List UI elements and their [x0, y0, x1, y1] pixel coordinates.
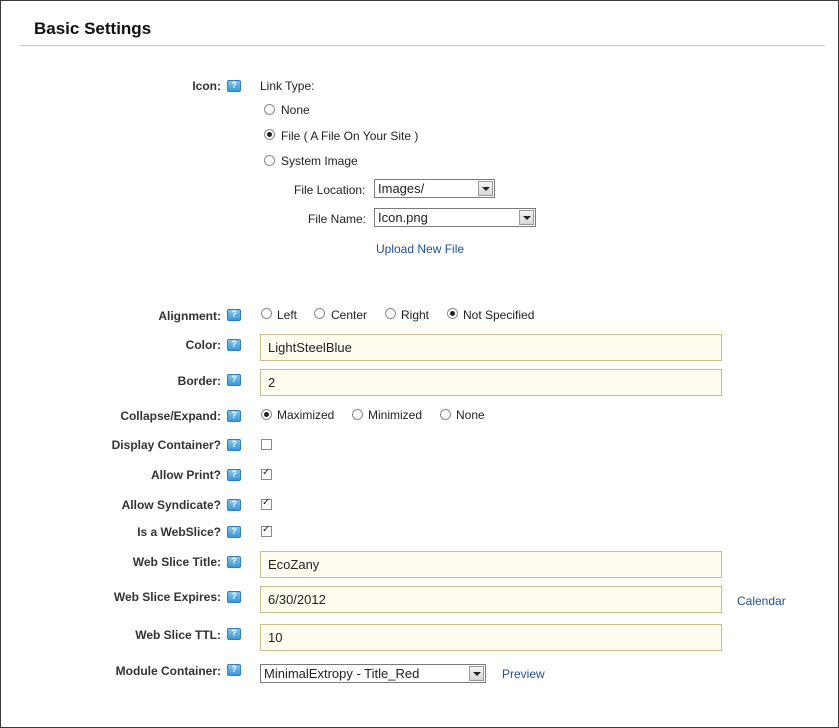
file-location-label: File Location: — [294, 183, 366, 197]
alignment-center-label: Center — [331, 308, 368, 322]
alignment-left-radio[interactable] — [261, 308, 272, 319]
color-label: Color: — [185, 338, 221, 352]
preview-link[interactable]: Preview — [502, 667, 545, 681]
webslice-ttl-label: Web Slice TTL: — [135, 628, 221, 642]
help-icon[interactable] — [227, 439, 241, 451]
settings-panel — [0, 0, 839, 728]
webslice-expires-label: Web Slice Expires: — [113, 590, 221, 604]
chevron-down-icon — [519, 210, 534, 225]
help-icon[interactable] — [227, 374, 241, 386]
alignment-not-specified-label: Not Specified — [463, 308, 535, 322]
display-container-checkbox[interactable] — [261, 439, 272, 450]
module-container-label: Module Container: — [115, 664, 221, 678]
chevron-down-icon — [478, 181, 493, 196]
alignment-left-label: Left — [277, 308, 298, 322]
collapse-expand-label: Collapse/Expand: — [120, 409, 221, 423]
webslice-expires-input[interactable]: 6/30/2012 — [260, 586, 722, 613]
collapse-none-radio[interactable] — [440, 409, 451, 420]
help-icon[interactable] — [227, 309, 241, 321]
alignment-right-label: Right — [401, 308, 430, 322]
border-input[interactable]: 2 — [260, 369, 722, 396]
file-name-select[interactable]: Icon.png — [374, 208, 536, 227]
link-type-file-radio[interactable] — [264, 129, 275, 140]
alignment-center-radio[interactable] — [314, 308, 325, 319]
webslice-title-label: Web Slice Title: — [132, 555, 221, 569]
file-name-value: Icon.png — [378, 210, 428, 225]
collapse-minimized-radio[interactable] — [352, 409, 363, 420]
help-icon[interactable] — [227, 628, 241, 640]
help-icon[interactable] — [227, 469, 241, 481]
help-icon[interactable] — [227, 591, 241, 603]
is-webslice-label: Is a WebSlice? — [137, 525, 221, 539]
collapse-maximized-label: Maximized — [277, 408, 335, 422]
help-icon[interactable] — [227, 410, 241, 422]
allow-print-checkbox[interactable] — [261, 467, 272, 480]
allow-syndicate-checkbox[interactable] — [261, 497, 272, 510]
help-icon[interactable] — [227, 526, 241, 538]
section-title: Basic Settings — [34, 19, 152, 38]
is-webslice-checkbox[interactable] — [261, 524, 272, 537]
module-container-value: MinimalExtropy - Title_Red — [264, 666, 420, 681]
file-name-label: File Name: — [308, 212, 367, 226]
allow-syndicate-label: Allow Syndicate? — [121, 498, 221, 512]
allow-print-label: Allow Print? — [151, 468, 221, 482]
alignment-right-radio[interactable] — [385, 308, 396, 319]
link-type-file-label: File ( A File On Your Site ) — [281, 129, 419, 143]
color-input[interactable]: LightSteelBlue — [260, 334, 722, 361]
icon-label: Icon: — [192, 79, 221, 93]
webslice-title-input[interactable]: EcoZany — [260, 551, 722, 578]
chevron-down-icon — [469, 666, 484, 681]
collapse-minimized-label: Minimized — [368, 408, 423, 422]
display-container-label: Display Container? — [111, 438, 221, 452]
module-container-select[interactable]: MinimalExtropy - Title_Red — [260, 664, 486, 683]
link-type-system-image-radio[interactable] — [264, 155, 275, 166]
link-type-none-label: None — [281, 103, 310, 117]
calendar-link[interactable]: Calendar — [737, 594, 786, 608]
help-icon[interactable] — [227, 664, 241, 676]
border-label: Border: — [177, 374, 221, 388]
file-location-select[interactable]: Images/ — [374, 179, 495, 198]
help-icon[interactable] — [227, 499, 241, 511]
collapse-none-label: None — [456, 408, 485, 422]
help-icon[interactable] — [227, 339, 241, 351]
link-type-label: Link Type: — [260, 79, 315, 93]
upload-new-file-link[interactable]: Upload New File — [376, 242, 464, 256]
link-type-system-image-label: System Image — [281, 154, 358, 168]
webslice-ttl-input[interactable]: 10 — [260, 624, 722, 651]
help-icon[interactable] — [227, 80, 241, 92]
alignment-not-specified-radio[interactable] — [447, 308, 458, 319]
collapse-maximized-radio[interactable] — [261, 409, 272, 420]
file-location-value: Images/ — [378, 181, 425, 196]
help-icon[interactable] — [227, 556, 241, 568]
alignment-label: Alignment: — [158, 309, 221, 323]
link-type-none-radio[interactable] — [264, 104, 275, 115]
